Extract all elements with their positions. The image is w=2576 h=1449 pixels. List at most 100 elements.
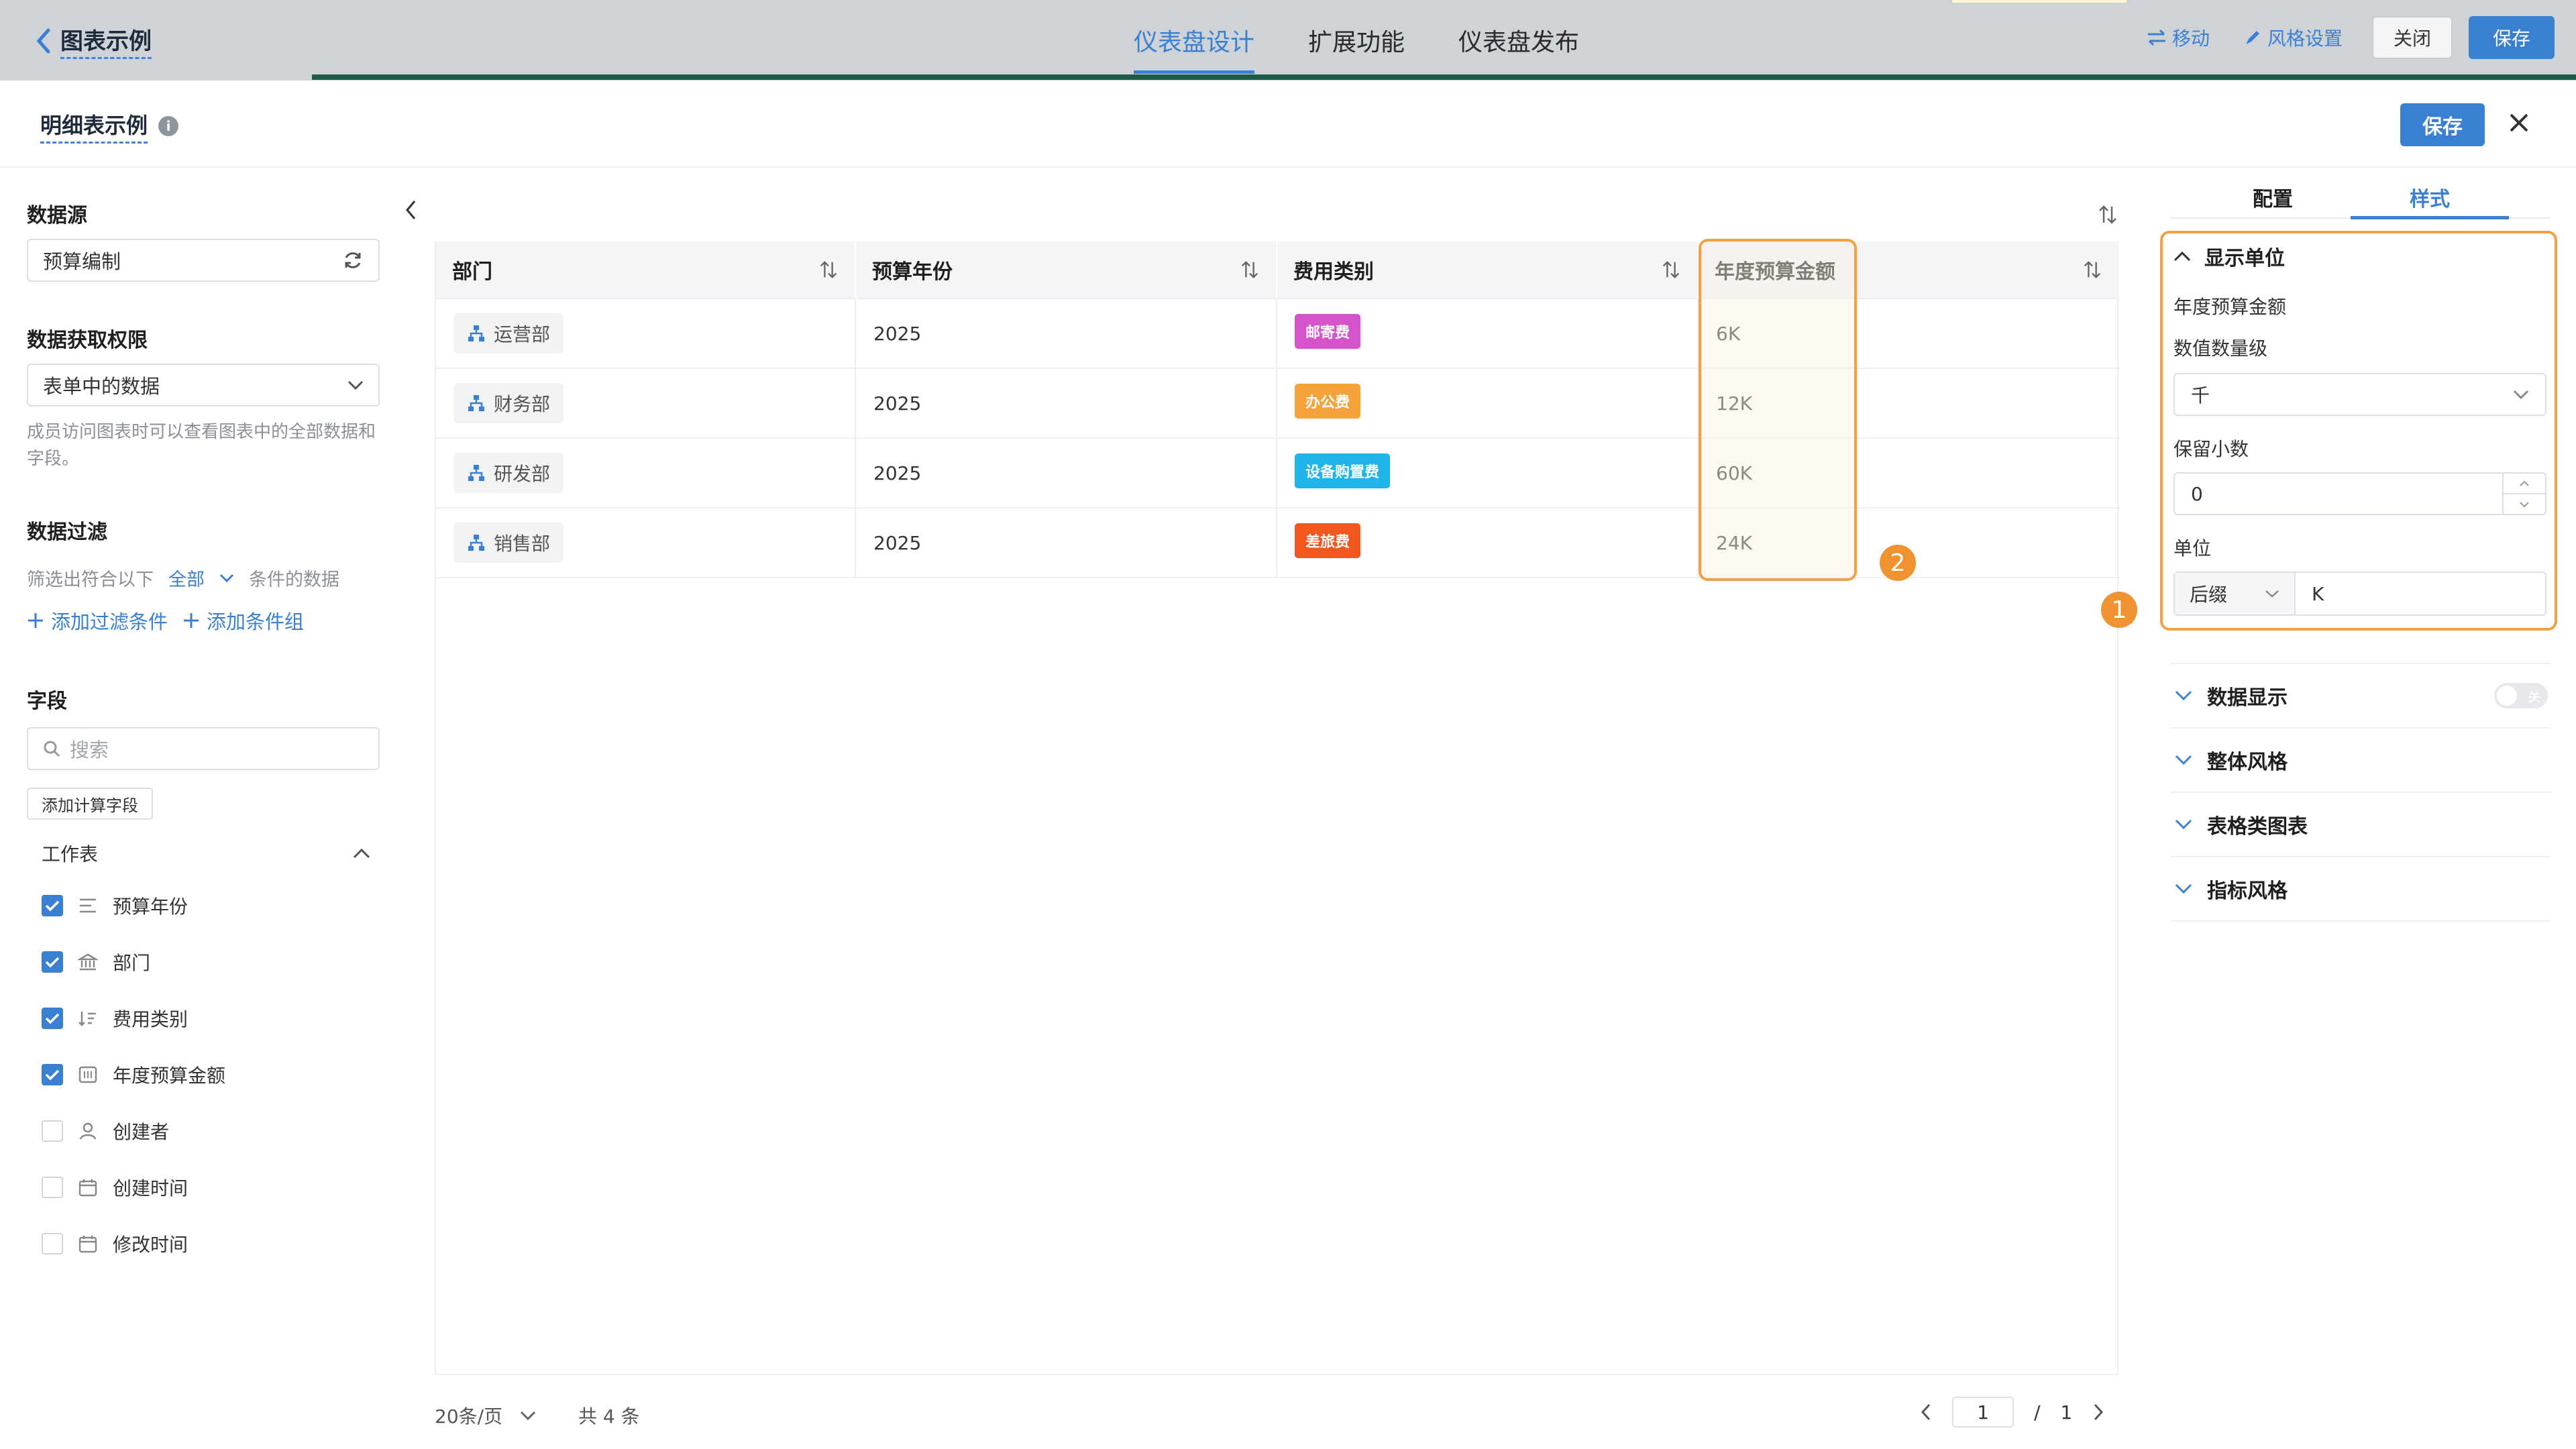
table-chart-label: 表格类图表 [2207,815,2308,839]
add-filter-button[interactable]: 添加过滤条件 [27,606,168,635]
fields-title: 字段 [27,690,67,713]
close-icon [2510,113,2528,132]
field-label: 年度预算金额 [113,1065,226,1087]
data-display-toggle[interactable]: 关 [2494,683,2548,708]
column-header-expense-category[interactable]: 费用类别 [1277,241,1699,299]
department-chip[interactable]: 运营部 [453,313,564,354]
overall-style-section[interactable]: 整体风格 [2171,729,2551,793]
sort-icon [2099,205,2116,224]
field-label: 修改时间 [113,1234,189,1256]
check-icon [45,957,60,968]
field-item-creator[interactable]: 创建者 [42,1118,169,1144]
info-icon[interactable]: i [158,116,179,136]
style-settings-button[interactable]: 风格设置 [2243,24,2343,51]
modal-close-button[interactable] [2508,111,2530,134]
tab-extensions[interactable]: 扩展功能 [1308,23,1405,74]
plus-icon [28,613,43,628]
checkbox-checked[interactable] [42,1064,63,1085]
decimals-value: 0 [2191,482,2203,505]
checkbox-checked[interactable] [42,951,63,973]
table-cell-department: 财务部 [436,369,856,439]
field-item-created-time[interactable]: 创建时间 [42,1174,188,1201]
sort-icon[interactable] [1240,260,1260,280]
column-header-budget-year[interactable]: 预算年份 [856,241,1277,299]
search-icon [44,741,60,757]
column-header-department[interactable]: 部门 [436,241,856,299]
checkbox-unchecked[interactable] [42,1120,63,1142]
page-number-input[interactable]: 1 [1952,1397,2014,1428]
add-group-button[interactable]: 添加条件组 [182,606,304,635]
sort-icon[interactable] [2082,260,2102,280]
unit-section-header[interactable]: 显示单位 [2174,241,2285,271]
field-label: 创建时间 [113,1177,189,1199]
toggle-knob [2497,686,2517,706]
close-button[interactable]: 关闭 [2372,16,2453,59]
collapse-panel-button[interactable] [404,199,417,221]
department-name: 财务部 [494,393,551,415]
modal-save-button[interactable]: 保存 [2400,103,2485,146]
table-chart-section[interactable]: 表格类图表 [2171,793,2551,857]
text-lines-icon [80,898,96,913]
magnitude-select[interactable]: 千 [2174,373,2546,416]
field-item-annual-budget[interactable]: 年度预算金额 [42,1061,225,1088]
table-cell-department: 研发部 [436,439,856,508]
total-count: 共 4 条 [578,1405,640,1428]
department-chip[interactable]: 销售部 [453,523,564,563]
worksheet-group-header[interactable]: 工作表 [42,840,370,867]
department-chip[interactable]: 财务部 [453,383,564,423]
unit-value-input[interactable]: K [2296,583,2324,605]
annotation-badge-1: 1 [2101,592,2137,628]
field-item-budget-year[interactable]: 预算年份 [42,892,188,919]
sort-icon[interactable] [818,260,839,280]
field-item-department[interactable]: 部门 [42,949,150,975]
annotation-badge-2: 2 [1880,545,1916,581]
top-save-button[interactable]: 保存 [2469,16,2555,59]
add-calc-field-button[interactable]: 添加计算字段 [27,788,153,820]
modal-title[interactable]: 明细表示例 [40,109,148,144]
unit-field-name: 年度预算金额 [2174,296,2287,318]
checkbox-unchecked[interactable] [42,1233,63,1254]
step-up-button[interactable] [2504,474,2545,494]
step-down-button[interactable] [2504,494,2545,514]
permission-select[interactable]: 表单中的数据 [27,364,380,407]
metric-style-section[interactable]: 指标风格 [2171,857,2551,922]
tab-config[interactable]: 配置 [2253,182,2293,212]
refresh-icon[interactable] [342,250,364,271]
prev-page-icon[interactable] [1920,1403,1932,1421]
move-button[interactable]: 移动 [2147,24,2210,51]
unit-position-select[interactable]: 后缀 [2175,573,2296,614]
field-label: 部门 [113,952,151,974]
checkbox-checked[interactable] [42,895,63,916]
field-search-input[interactable]: 搜索 [27,727,380,770]
page-size-select[interactable]: 20条/页 [435,1402,536,1429]
org-chart-icon [468,325,484,341]
filter-mode-select[interactable]: 全部 [168,565,205,591]
tab-style[interactable]: 样式 [2410,182,2450,212]
list-sort-icon [78,1012,96,1026]
chevron-down-icon [2520,501,2529,507]
sort-icon[interactable] [1661,260,1681,280]
unit-position-value: 后缀 [2190,584,2228,606]
datasource-select[interactable]: 预算编制 [27,239,380,282]
field-item-expense-category[interactable]: 费用类别 [42,1005,188,1032]
field-label: 费用类别 [113,1008,189,1030]
decimals-input[interactable]: 0 [2174,472,2546,515]
filter-title: 数据过滤 [27,521,107,544]
page-size-label: 20条/页 [435,1405,503,1428]
sort-toggle-button[interactable] [2097,204,2118,225]
department-chip[interactable]: 研发部 [453,453,564,493]
field-item-modified-time[interactable]: 修改时间 [42,1230,188,1257]
tab-dashboard-publish[interactable]: 仪表盘发布 [1458,23,1579,74]
brush-icon [2246,31,2259,44]
back-button[interactable]: 图表示例 [35,23,152,59]
chevron-down-icon[interactable] [219,574,234,583]
data-display-section[interactable]: 数据显示 关 [2171,664,2551,729]
next-page-icon[interactable] [2092,1403,2104,1421]
datasource-value: 预算编制 [43,250,121,273]
filter-rule: 筛选出符合以下 全部 条件的数据 [27,565,339,591]
decimals-stepper[interactable] [2502,474,2545,514]
table-cell-category: 差旅费 [1277,508,1699,578]
checkbox-unchecked[interactable] [42,1177,63,1198]
tab-dashboard-design[interactable]: 仪表盘设计 [1134,23,1255,74]
checkbox-checked[interactable] [42,1008,63,1029]
